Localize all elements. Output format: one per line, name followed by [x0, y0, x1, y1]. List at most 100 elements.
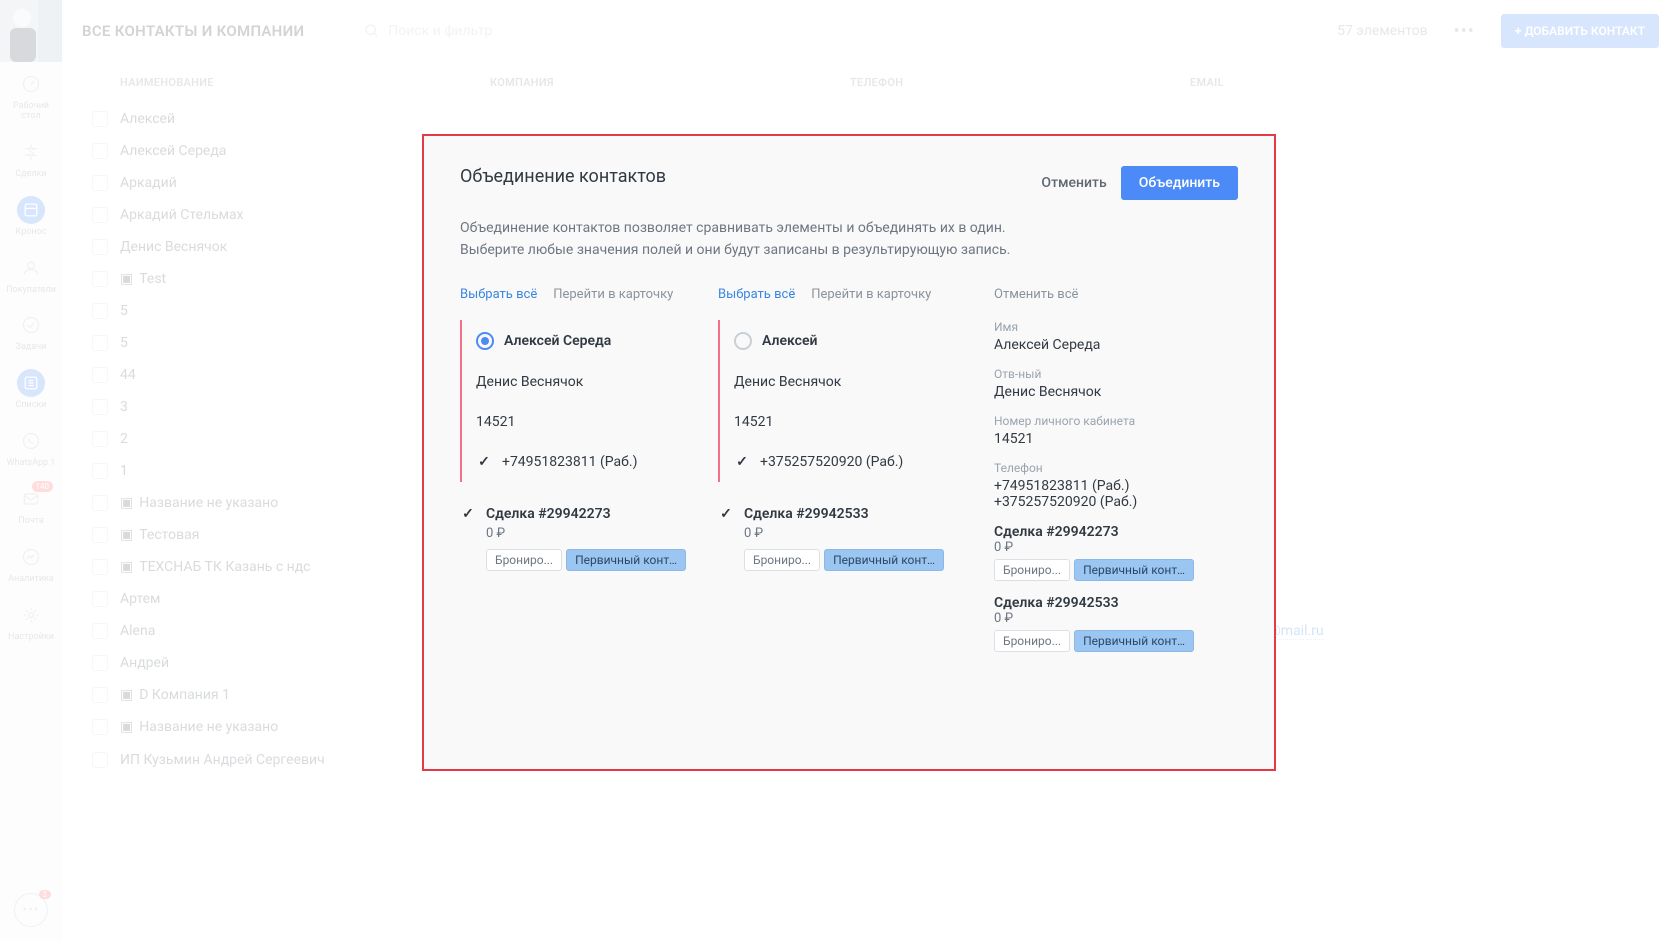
nav-label: Аналитика [8, 575, 54, 585]
building-icon: ▣ [120, 271, 133, 287]
row-name: 5 [120, 303, 462, 319]
row-checkbox[interactable] [92, 111, 108, 127]
result-deal2-title: Сделка #29942533 [994, 595, 1210, 611]
header-menu[interactable]: ••• [1448, 21, 1481, 42]
row-checkbox[interactable] [92, 527, 108, 543]
check-phone-2[interactable]: ✓ [734, 454, 750, 470]
goto-card-link-2[interactable]: Перейти в карточку [811, 287, 931, 302]
row-checkbox[interactable] [92, 687, 108, 703]
buyers-icon [17, 254, 45, 282]
radio-name-2[interactable] [734, 332, 752, 350]
search-icon [364, 23, 380, 39]
nav-label: Кронос [16, 228, 47, 238]
row-checkbox[interactable] [92, 239, 108, 255]
cabinet-1[interactable]: 14521 [476, 402, 706, 442]
nav-whatsapp[interactable]: WhatsApp 1 [0, 419, 62, 477]
row-name: ▣D Компания 1 [120, 687, 462, 703]
search-wrap [364, 23, 1317, 39]
building-icon: ▣ [120, 495, 133, 511]
mail-icon: 140 [17, 485, 45, 513]
row-name: Денис Веснячок [120, 239, 462, 255]
row-checkbox[interactable] [92, 431, 108, 447]
nav-analytics[interactable]: Аналитика [0, 535, 62, 593]
building-icon: ▣ [120, 559, 133, 575]
avatar[interactable] [0, 0, 62, 62]
check-deal-1[interactable]: ✓ [460, 506, 476, 522]
modal-title: Объединение контактов [460, 166, 666, 187]
cancel-all-link[interactable]: Отменить всё [994, 287, 1078, 302]
row-checkbox[interactable] [92, 335, 108, 351]
nav-label: Рабочийстол [13, 102, 49, 122]
page-title: ВСЕ КОНТАКТЫ И КОМПАНИИ [82, 22, 304, 40]
check-deal-2[interactable]: ✓ [718, 506, 734, 522]
nav-deals[interactable]: $Сделки [0, 130, 62, 188]
row-checkbox[interactable] [92, 719, 108, 735]
row-checkbox[interactable] [92, 207, 108, 223]
result-deal2-price: 0 ₽ [994, 611, 1210, 626]
row-name: ▣Тестовая [120, 527, 462, 543]
responsible-2[interactable]: Денис Веснячок [734, 362, 964, 402]
row-checkbox[interactable] [92, 655, 108, 671]
row-checkbox[interactable] [92, 559, 108, 575]
nav-dashboard[interactable]: Рабочийстол [0, 62, 62, 130]
svg-text:$: $ [28, 145, 34, 158]
merge-modal: Объединение контактов Отменить Объединит… [422, 134, 1276, 771]
row-name: 2 [120, 431, 462, 447]
row-name: 5 [120, 335, 462, 351]
merge-column-2: Выбрать всё Перейти в карточку Алексей Д… [718, 287, 976, 666]
result-name: Алексей Середа [994, 337, 1210, 353]
analytics-icon [17, 543, 45, 571]
deal-title-1: Сделка #29942273 [486, 506, 686, 522]
row-name: Алексей [120, 111, 462, 127]
tag-blue-1: Первичный конта... [566, 549, 686, 571]
row-checkbox[interactable] [92, 143, 108, 159]
nav-label: Настройки [8, 633, 54, 643]
col-phone[interactable]: ТЕЛЕФОН [850, 76, 1190, 89]
add-contact-button[interactable]: + ДОБАВИТЬ КОНТАКТ [1501, 14, 1659, 48]
building-icon: ▣ [120, 527, 133, 543]
row-checkbox[interactable] [92, 303, 108, 319]
row-checkbox[interactable] [92, 495, 108, 511]
nav-label: Почта [18, 517, 44, 527]
radio-name-1[interactable] [476, 332, 494, 350]
result-resp: Денис Веснячок [994, 384, 1210, 400]
row-name: ▣Название не указано [120, 719, 462, 735]
nav-lists[interactable]: Списки [0, 361, 62, 419]
row-checkbox[interactable] [92, 752, 108, 768]
building-icon: ▣ [120, 687, 133, 703]
goto-card-link[interactable]: Перейти в карточку [553, 287, 673, 302]
nav-buyers[interactable]: Покупатели [0, 246, 62, 304]
nav-label: Покупатели [6, 286, 56, 296]
building-icon: ▣ [120, 719, 133, 735]
row-checkbox[interactable] [92, 271, 108, 287]
chat-bubble[interactable]: ••• 3 [14, 893, 48, 927]
col-name[interactable]: НАИМЕНОВАНИЕ [120, 76, 490, 89]
row-checkbox[interactable] [92, 623, 108, 639]
check-phone-1[interactable]: ✓ [476, 454, 492, 470]
nav-label: Задачи [16, 343, 47, 353]
row-checkbox[interactable] [92, 591, 108, 607]
row-checkbox[interactable] [92, 463, 108, 479]
nav-settings[interactable]: Настройки [0, 593, 62, 651]
row-checkbox[interactable] [92, 399, 108, 415]
row-checkbox[interactable] [92, 367, 108, 383]
nav-tasks[interactable]: Задачи [0, 303, 62, 361]
cancel-button[interactable]: Отменить [1041, 175, 1106, 191]
nav-mail[interactable]: 140 Почта [0, 477, 62, 535]
select-all-link[interactable]: Выбрать всё [460, 287, 537, 302]
result-tag-gray-1: Брониро... [994, 559, 1070, 581]
search-input[interactable] [388, 23, 588, 39]
nav-kronos[interactable]: Кронос [0, 188, 62, 246]
responsible-1[interactable]: Денис Веснячок [476, 362, 706, 402]
tag-blue-2: Первичный конта... [824, 549, 944, 571]
table-row[interactable]: Алексей [62, 103, 1679, 135]
col-email[interactable]: EMAIL [1190, 76, 1649, 89]
sidebar: Рабочийстол $Сделки Кронос Покупатели Задачи… [0, 0, 62, 941]
col-company[interactable]: КОМПАНИЯ [490, 76, 850, 89]
merge-button[interactable]: Объединить [1121, 166, 1238, 200]
result-phone-1: +74951823811 (Раб.) [994, 478, 1210, 494]
result-deal1-price: 0 ₽ [994, 540, 1210, 555]
select-all-link-2[interactable]: Выбрать всё [718, 287, 795, 302]
cabinet-2[interactable]: 14521 [734, 402, 964, 442]
row-checkbox[interactable] [92, 175, 108, 191]
